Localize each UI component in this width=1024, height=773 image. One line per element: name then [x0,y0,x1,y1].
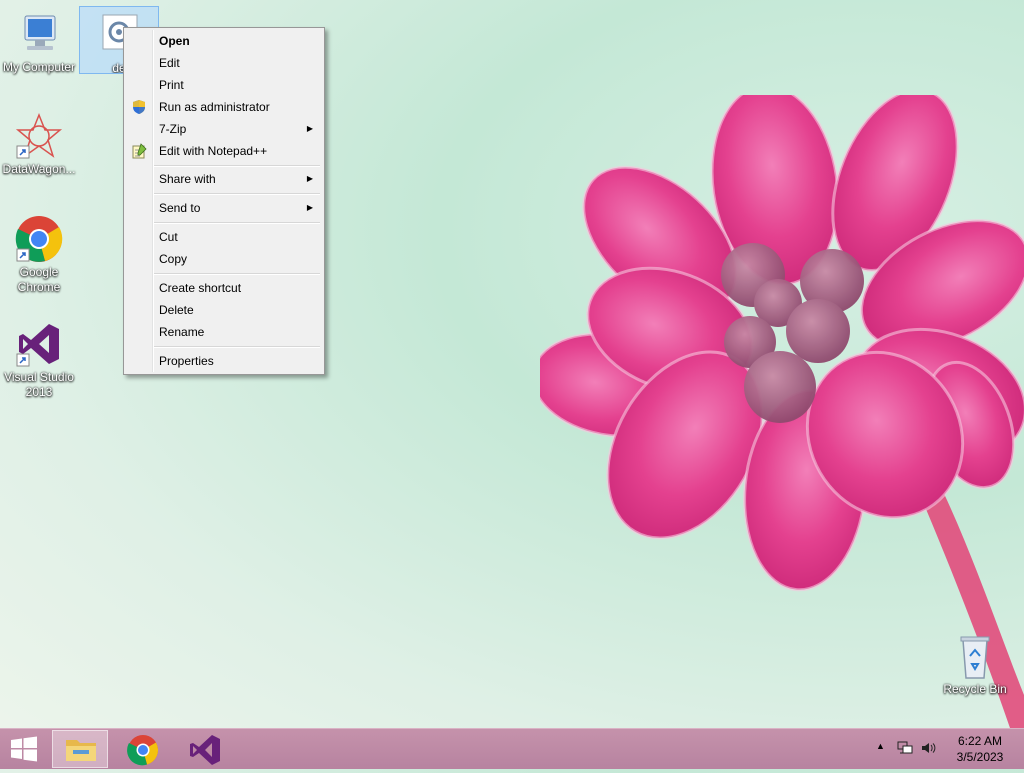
menu-item-label: Open [159,34,190,48]
menu-item-label: Copy [159,252,188,266]
taskbar-visual-studio[interactable] [176,730,232,768]
submenu-arrow-icon: ▶ [306,203,313,212]
menu-item-label: Edit with Notepad++ [159,144,268,158]
menu-item-run-as-administrator[interactable]: Run as administrator [126,96,322,118]
desktop: My Computer de DataWagon... Google Chrom… [0,0,1024,728]
volume-icon[interactable] [920,740,936,759]
desktop-icon-label: Recycle Bin [943,682,1007,696]
menu-item-label: Send to [159,201,201,215]
menu-item-label: 7-Zip [159,122,187,136]
menu-item-label: Cut [159,230,178,244]
menu-item-edit-with-notepad[interactable]: Edit with Notepad++ [126,140,322,162]
start-button[interactable] [0,730,48,768]
desktop-icon-recycle-bin[interactable]: Recycle Bin [936,632,1014,697]
visual-studio-icon [176,735,232,772]
taskbar-clock[interactable]: 6:22 AM 3/5/2023 [944,733,1016,765]
datawagon-icon [15,112,63,160]
menu-item-properties[interactable]: Properties [126,350,322,372]
shield-icon [131,99,147,115]
computer-icon [15,10,63,58]
system-tray: ▲ [874,729,936,769]
desktop-icon-datawagon[interactable]: DataWagon... [0,112,78,177]
menu-separator [154,273,320,275]
menu-separator [154,346,320,348]
menu-item-delete[interactable]: Delete [126,299,322,321]
recycle-bin-icon [951,632,999,680]
windows-logo-icon [0,736,48,772]
submenu-arrow-icon: ▶ [306,174,313,183]
menu-item-print[interactable]: Print [126,74,322,96]
menu-item-label: Delete [159,303,194,317]
desktop-icon-label: My Computer [2,60,76,74]
taskbar-file-explorer[interactable] [52,730,108,768]
menu-item-share-with[interactable]: Share with ▶ [126,168,322,190]
menu-item-cut[interactable]: Cut [126,226,322,248]
menu-separator [154,165,320,167]
chrome-icon [115,735,171,772]
menu-item-create-shortcut[interactable]: Create shortcut [126,277,322,299]
menu-item-label: Run as administrator [159,100,270,114]
clock-date: 3/5/2023 [956,750,1004,764]
taskbar: ▲ 6:22 AM 3/5/2023 [0,728,1024,769]
menu-item-label: Properties [159,354,214,368]
menu-separator [154,193,320,195]
show-hidden-icons-icon[interactable]: ▲ [876,741,885,751]
menu-item-open[interactable]: Open [126,30,322,52]
menu-separator [154,222,320,224]
menu-item-rename[interactable]: Rename [126,321,322,343]
desktop-icon-label: Google Chrome [17,265,61,294]
menu-item-label: Create shortcut [159,281,242,295]
menu-item-send-to[interactable]: Send to ▶ [126,197,322,219]
chrome-icon [15,215,63,263]
menu-item-label: Print [159,78,184,92]
clock-time: 6:22 AM [957,734,1003,748]
context-menu: Open Edit Print Run as administrator 7-Z… [123,27,325,375]
menu-item-7zip[interactable]: 7-Zip ▶ [126,118,322,140]
submenu-arrow-icon: ▶ [306,124,313,133]
desktop-icon-visual-studio[interactable]: Visual Studio 2013 [0,320,78,400]
desktop-icon-google-chrome[interactable]: Google Chrome [0,215,78,295]
notepad-icon [131,143,147,159]
menu-item-label: Edit [159,56,180,70]
network-icon[interactable] [896,740,914,759]
menu-item-label: Share with [159,172,216,186]
visual-studio-icon [15,320,63,368]
menu-item-edit[interactable]: Edit [126,52,322,74]
menu-item-copy[interactable]: Copy [126,248,322,270]
file-explorer-icon [53,740,109,771]
taskbar-chrome[interactable] [115,730,171,768]
menu-item-label: Rename [159,325,205,339]
desktop-icon-label: DataWagon... [2,162,76,176]
desktop-icon-label: Visual Studio 2013 [4,370,74,399]
desktop-icon-my-computer[interactable]: My Computer [0,10,78,75]
